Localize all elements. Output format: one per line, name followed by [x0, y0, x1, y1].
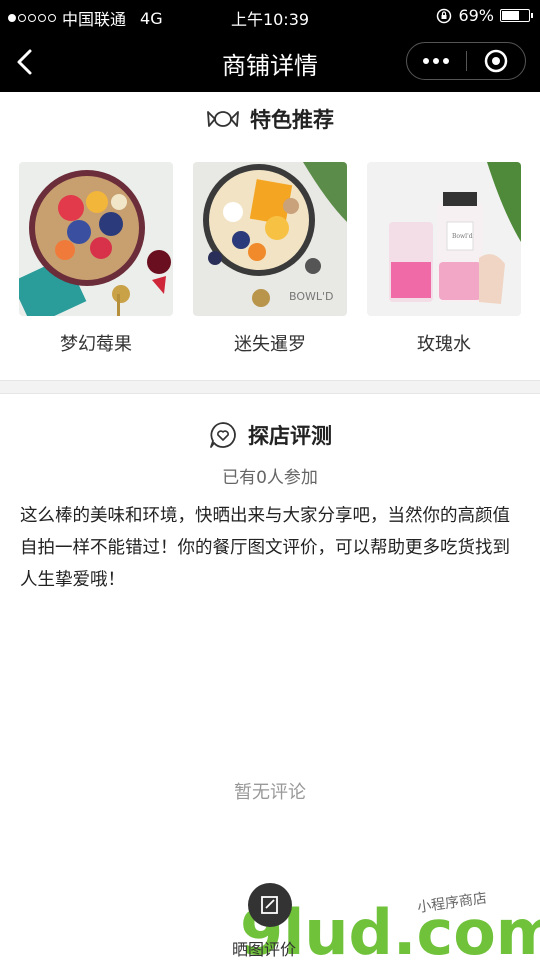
edit-icon — [261, 896, 278, 914]
section-divider — [0, 380, 540, 394]
featured-heading: 特色推荐 — [0, 104, 540, 134]
review-title: 探店评测 — [248, 424, 332, 448]
post-review-label[interactable]: 晒图评价 — [232, 936, 296, 960]
featured-list: 梦幻莓果 BOWL'D 迷失暹罗 Bowl'd 玫瑰水 — [19, 162, 521, 356]
review-heading: 探店评测 — [0, 420, 540, 450]
product-image-rose-water: Bowl'd — [367, 162, 521, 316]
status-right: 69% — [436, 6, 533, 25]
candy-icon — [207, 111, 239, 127]
featured-title: 特色推荐 — [250, 108, 334, 132]
empty-comments: 暂无评论 — [234, 782, 306, 803]
heart-chat-icon — [210, 422, 236, 448]
rotation-lock-icon — [437, 8, 452, 23]
status-bar: 中国联通 4G 上午10:39 69% — [0, 0, 540, 32]
more-button[interactable] — [407, 43, 466, 79]
bottle-label-text: Bowl'd — [452, 233, 473, 240]
participant-count: 已有0人参加 — [222, 468, 318, 488]
dot-icon — [433, 58, 440, 64]
target-close-icon — [484, 49, 507, 73]
product-name: 迷失暹罗 — [234, 334, 306, 355]
product-card[interactable]: 梦幻莓果 — [19, 162, 173, 356]
bowl-print-text: BOWL'D — [289, 290, 334, 303]
product-image-berry-bowl — [19, 162, 173, 316]
close-miniprogram-button[interactable] — [466, 43, 525, 79]
capsule-menu — [406, 42, 526, 80]
review-description: 这么棒的美味和环境，快晒出来与大家分享吧，当然你的高颜值自拍一样不能错过！你的餐… — [20, 506, 510, 590]
product-image-mango-bowl: BOWL'D — [193, 162, 347, 316]
battery-fill — [502, 11, 520, 20]
post-review-button[interactable] — [248, 883, 292, 927]
product-name: 玫瑰水 — [417, 334, 471, 355]
product-card[interactable]: Bowl'd 玫瑰水 — [367, 162, 521, 356]
product-name: 梦幻莓果 — [60, 334, 132, 355]
dot-icon — [443, 58, 450, 64]
product-card[interactable]: BOWL'D 迷失暹罗 — [193, 162, 347, 356]
dot-icon — [423, 58, 430, 64]
battery-percent: 69% — [458, 6, 494, 25]
battery-icon — [500, 9, 533, 22]
nav-bar: 商铺详情 — [0, 32, 540, 92]
